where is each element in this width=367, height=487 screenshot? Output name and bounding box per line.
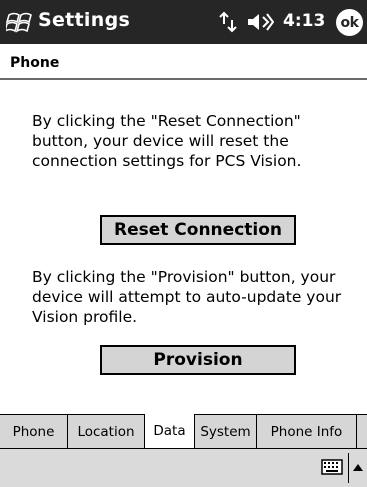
app-title: Settings [38,9,131,31]
reset-description: By clicking the "Reset Connection" butto… [32,112,302,170]
tab-phone[interactable]: Phone [0,415,68,448]
reset-connection-button[interactable]: Reset Connection [100,215,296,245]
ok-button[interactable]: ok [336,9,363,36]
menu-bar [0,448,367,487]
keyboard-icon[interactable] [321,459,343,475]
windows-start-icon[interactable] [6,9,33,36]
tab-bar: Phone Location Data System Phone Info [0,414,367,448]
tab-location[interactable]: Location [68,415,145,448]
provision-description: By clicking the "Provision" button, your… [32,268,342,326]
tab-data[interactable]: Data [145,414,195,448]
provision-button[interactable]: Provision [100,345,296,375]
menu-separator [348,453,349,483]
input-menu-arrow-icon[interactable] [353,463,363,471]
clock[interactable]: 4:13 [283,11,325,31]
tab-phone-info[interactable]: Phone Info [257,415,357,448]
tab-bar-filler [357,415,367,448]
connectivity-icon[interactable] [218,10,238,34]
volume-icon[interactable] [246,11,274,33]
page-header: Phone [0,46,367,80]
title-bar: Settings 4:13 ok [0,0,367,44]
tab-system[interactable]: System [195,415,257,448]
page-title: Phone [10,55,60,71]
